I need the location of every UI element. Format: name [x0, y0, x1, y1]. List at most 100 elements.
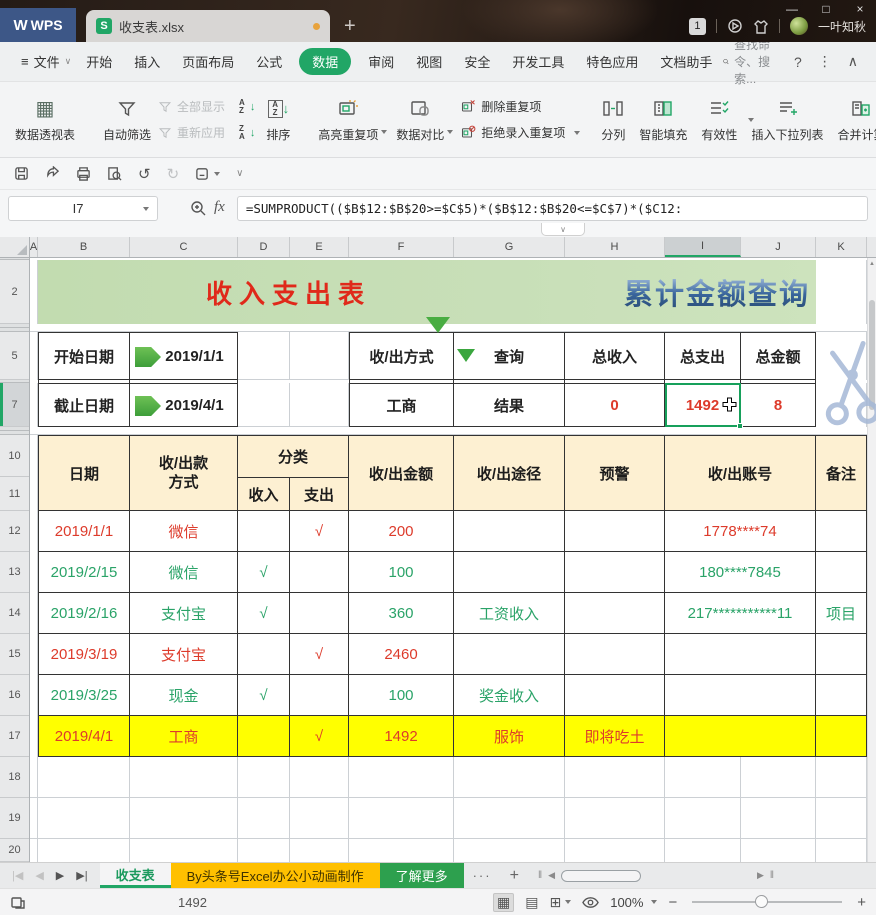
- cell[interactable]: [816, 757, 867, 798]
- row-header-5[interactable]: 5: [0, 332, 29, 380]
- cell[interactable]: [238, 798, 290, 839]
- cell-amount[interactable]: 200: [349, 511, 454, 552]
- cell[interactable]: [38, 798, 130, 839]
- horizontal-scroll-thumb[interactable]: [561, 870, 641, 882]
- cell[interactable]: [38, 757, 130, 798]
- cell[interactable]: [38, 839, 130, 862]
- insert-dropdown-list-button[interactable]: 插入下拉列表: [744, 91, 830, 149]
- cell[interactable]: [290, 332, 349, 380]
- fill-handle[interactable]: [737, 423, 743, 429]
- minimize-button[interactable]: —: [782, 2, 802, 16]
- cell[interactable]: [30, 332, 38, 380]
- cell-channel[interactable]: [454, 511, 565, 552]
- print-preview-icon[interactable]: [107, 166, 122, 181]
- cell-note[interactable]: [816, 716, 867, 757]
- cell-method[interactable]: 现金: [130, 675, 238, 716]
- column-header-i-selected[interactable]: I: [665, 237, 741, 257]
- row-header-11[interactable]: 11: [0, 477, 29, 511]
- row-header-20[interactable]: 20: [0, 839, 29, 862]
- column-header-g[interactable]: G: [454, 237, 565, 257]
- consolidate-button[interactable]: 合并计算: [830, 91, 876, 149]
- column-header-e[interactable]: E: [290, 237, 349, 257]
- avatar[interactable]: [790, 17, 808, 35]
- cell[interactable]: [30, 716, 38, 757]
- cell[interactable]: [741, 839, 816, 862]
- cell-method[interactable]: 支付宝: [130, 593, 238, 634]
- cell-channel[interactable]: [454, 634, 565, 675]
- cell[interactable]: [741, 798, 816, 839]
- cell-amount[interactable]: 100: [349, 675, 454, 716]
- cell-note[interactable]: [816, 675, 867, 716]
- header-warning[interactable]: 预警: [565, 435, 665, 511]
- row-header-2[interactable]: 2: [0, 260, 29, 324]
- cell[interactable]: [349, 798, 454, 839]
- sheet-tab-promo[interactable]: By头条号Excel办公小动画制作: [171, 863, 380, 888]
- first-sheet-icon[interactable]: |◀: [12, 869, 23, 882]
- cell[interactable]: [349, 839, 454, 862]
- name-box[interactable]: I7: [8, 196, 158, 221]
- row-header-12[interactable]: 12: [0, 511, 29, 552]
- cell[interactable]: [30, 552, 38, 593]
- fx-label[interactable]: fx: [214, 199, 225, 216]
- cell[interactable]: [30, 798, 38, 839]
- zoom-formula-icon[interactable]: [190, 200, 206, 216]
- cell-note[interactable]: 项目: [816, 593, 867, 634]
- total-income-value-cell[interactable]: 0: [565, 383, 665, 427]
- cell[interactable]: [290, 839, 349, 862]
- next-sheet-icon[interactable]: ▶: [56, 869, 64, 882]
- end-date-cell[interactable]: 2019/4/1: [130, 383, 238, 427]
- header-method[interactable]: 收/出款 方式: [130, 435, 238, 511]
- selected-cell-i7[interactable]: 1492: [665, 383, 741, 427]
- cell-expense-check[interactable]: [290, 593, 349, 634]
- zoom-level-select[interactable]: 100%: [610, 895, 657, 910]
- tab-special-apps[interactable]: 特色应用: [586, 52, 638, 71]
- cell-date[interactable]: 2019/2/15: [38, 552, 130, 593]
- cell-note[interactable]: [816, 552, 867, 593]
- cell[interactable]: [665, 839, 741, 862]
- cell-channel[interactable]: 工资收入: [454, 593, 565, 634]
- cell-warning[interactable]: [565, 511, 665, 552]
- tab-formulas[interactable]: 公式: [256, 52, 282, 71]
- header-account[interactable]: 收/出账号: [665, 435, 816, 511]
- more-menu-button[interactable]: ⋮: [818, 53, 832, 70]
- cell-account[interactable]: [665, 634, 816, 675]
- autofilter-button[interactable]: 自动筛选: [96, 91, 158, 149]
- command-search-input[interactable]: 查找命令、搜索...: [723, 36, 776, 87]
- tab-doc-assistant[interactable]: 文档助手: [660, 52, 712, 71]
- docer-icon[interactable]: [727, 18, 743, 34]
- cell-amount[interactable]: 2460: [349, 634, 454, 675]
- show-all-button[interactable]: 全部显示: [158, 96, 225, 118]
- cell-income-check[interactable]: [238, 511, 290, 552]
- tab-home[interactable]: 开始: [86, 52, 112, 71]
- file-menu[interactable]: ≡ 文件 ∨: [21, 52, 71, 71]
- cell-warning[interactable]: [565, 552, 665, 593]
- sheet-tab-learn-more[interactable]: 了解更多: [380, 863, 464, 888]
- method-value-cell[interactable]: 工商: [349, 383, 454, 427]
- cell[interactable]: [290, 383, 349, 427]
- cell-date[interactable]: 2019/3/19: [38, 634, 130, 675]
- cell-method[interactable]: 支付宝: [130, 634, 238, 675]
- cell-income-check[interactable]: √: [238, 675, 290, 716]
- cell[interactable]: [454, 757, 565, 798]
- column-header-b[interactable]: B: [38, 237, 130, 257]
- cell[interactable]: [30, 675, 38, 716]
- normal-view-icon[interactable]: ▦: [493, 893, 514, 912]
- window-count-badge[interactable]: 1: [689, 18, 706, 35]
- cell-expense-check[interactable]: √: [290, 511, 349, 552]
- pivot-table-button[interactable]: ▦ 数据透视表: [8, 91, 82, 149]
- cell-warning[interactable]: [565, 593, 665, 634]
- cell[interactable]: [30, 260, 38, 324]
- cell-expense-check[interactable]: [290, 552, 349, 593]
- start-date-label-cell[interactable]: 开始日期: [38, 332, 130, 380]
- title-banner[interactable]: 收入支出表 累计金额查询: [38, 260, 816, 324]
- tab-view[interactable]: 视图: [416, 52, 442, 71]
- header-expense[interactable]: 支出: [290, 478, 349, 511]
- horizontal-scrollbar[interactable]: ‖ ◀ ▶ ‖: [538, 863, 774, 888]
- column-header-h[interactable]: H: [565, 237, 665, 257]
- end-date-label-cell[interactable]: 截止日期: [38, 383, 130, 427]
- cell-income-check[interactable]: √: [238, 593, 290, 634]
- cell-channel[interactable]: [454, 552, 565, 593]
- select-all-corner[interactable]: [0, 237, 30, 257]
- cell[interactable]: [565, 798, 665, 839]
- cell[interactable]: [30, 839, 38, 862]
